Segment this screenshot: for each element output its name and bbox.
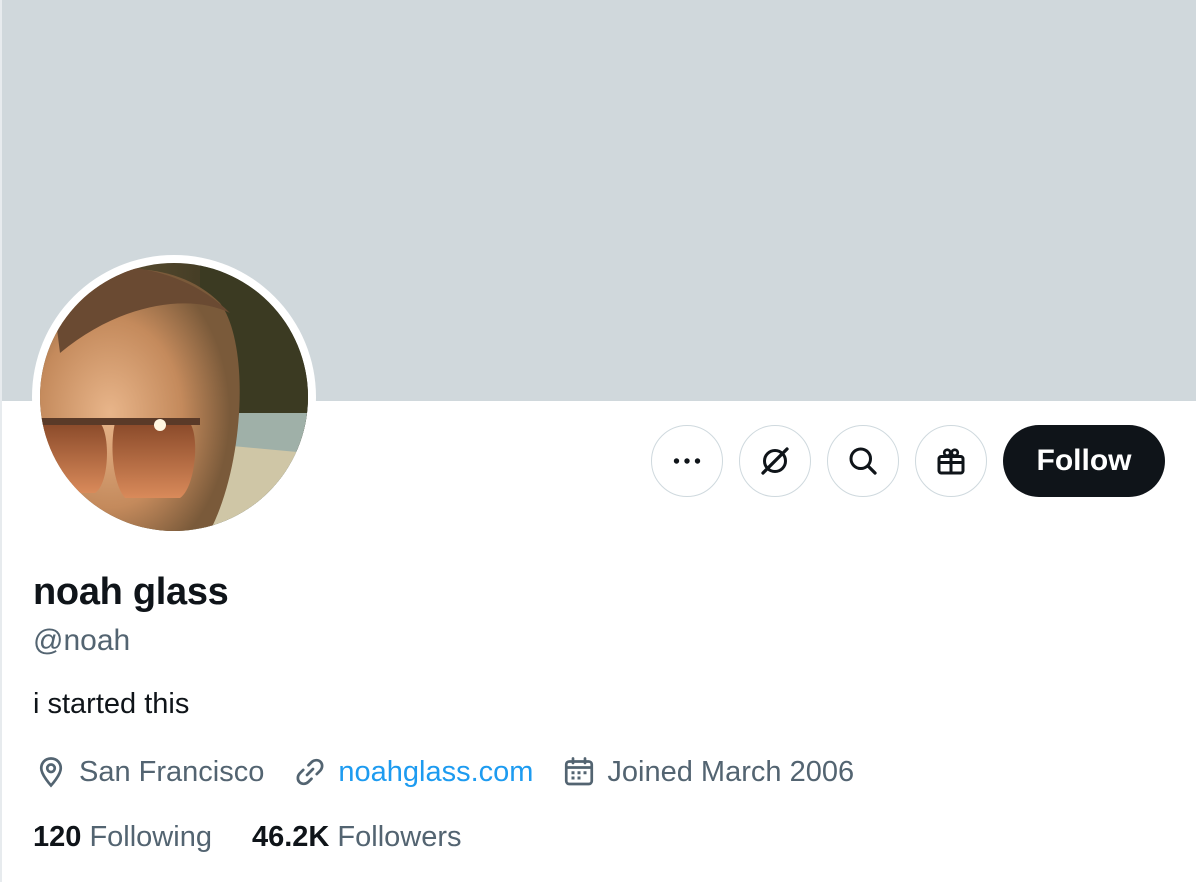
search-button[interactable] (827, 425, 899, 497)
profile-meta: San Francisco noahglass.com Joined March… (33, 754, 882, 790)
grok-button[interactable] (739, 425, 811, 497)
followers-link[interactable]: 46.2K Followers (252, 821, 462, 854)
gift-icon (937, 448, 965, 475)
profile-handle: @noah (33, 624, 131, 657)
followers-count: 46.2K (251, 821, 330, 853)
grok-icon (761, 447, 789, 475)
joined-text: Joined March 2006 (607, 755, 855, 788)
location-text: San Francisco (79, 755, 265, 788)
avatar-photo (40, 263, 308, 531)
following-label: Following (89, 821, 212, 853)
profile-bio: i started this (33, 688, 190, 720)
follow-button[interactable]: Follow (1003, 425, 1165, 497)
following-link[interactable]: 120 Following (33, 821, 212, 854)
avatar[interactable] (40, 263, 308, 531)
link-icon (296, 758, 324, 786)
search-icon (849, 447, 877, 475)
location-pin-icon (39, 757, 63, 788)
more-horizontal-icon (673, 458, 701, 464)
profile-actions: Follow (651, 425, 1165, 497)
profile-stats: 120 Following 46.2K Followers (33, 821, 502, 854)
following-count: 120 (33, 821, 82, 853)
calendar-icon (565, 757, 594, 786)
more-button[interactable] (651, 425, 723, 497)
joined-item: Joined March 2006 (561, 754, 854, 790)
website-link[interactable]: noahglass.com (338, 756, 533, 789)
website-item: noahglass.com (292, 754, 533, 790)
profile-name: noah glass (33, 571, 229, 613)
location-item: San Francisco (33, 754, 264, 790)
page-border (0, 0, 2, 882)
gift-button[interactable] (915, 425, 987, 497)
followers-label: Followers (337, 821, 462, 853)
